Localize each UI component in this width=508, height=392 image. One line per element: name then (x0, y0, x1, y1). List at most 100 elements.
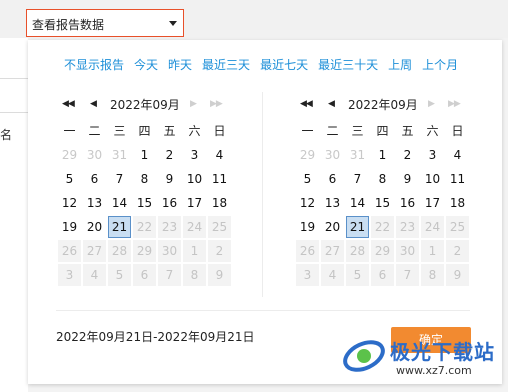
report-data-select-value: 查看报告数据 (32, 18, 105, 32)
day-grid: 29 30 31 1 2 3 4 5 6 7 8 9 10 11 12 13 14 15 16 17 18 19 20 21 2… (296, 144, 471, 286)
quick-range-link[interactable]: 不显示报告 (64, 56, 124, 73)
day-cell: 9 (208, 264, 231, 286)
day-cell[interactable]: 6 (83, 168, 106, 190)
weekday-label: 四 (376, 124, 389, 138)
day-cell[interactable]: 17 (183, 192, 206, 214)
day-cell[interactable]: 3 (421, 144, 444, 166)
day-cell[interactable]: 3 (183, 144, 206, 166)
day-cell[interactable]: 19 (58, 216, 81, 238)
day-cell: 1 (183, 240, 206, 262)
quick-range-link[interactable]: 上个月 (422, 56, 458, 73)
weekday-row: 一二三四五六日 (296, 120, 471, 142)
next-month-icon: ▶ (428, 99, 435, 109)
watermark-url: www.xz7.com (396, 364, 472, 377)
day-cell: 3 (296, 264, 319, 286)
calendar-header: ◀◀ ◀ 2022年09月 ▶ ▶▶ (58, 96, 233, 112)
day-cell[interactable]: 10 (421, 168, 444, 190)
day-cell[interactable]: 13 (83, 192, 106, 214)
day-cell: 1 (421, 240, 444, 262)
prev-month-icon[interactable]: ◀ (328, 98, 335, 110)
day-cell[interactable]: 11 (446, 168, 469, 190)
day-cell: 24 (421, 216, 444, 238)
day-cell[interactable]: 17 (421, 192, 444, 214)
day-cell[interactable]: 1 (371, 144, 394, 166)
weekday-label: 一 (63, 124, 76, 138)
quick-range-link[interactable]: 今天 (134, 56, 158, 73)
weekday-row: 一二三四五六日 (58, 120, 233, 142)
day-cell[interactable]: 9 (158, 168, 181, 190)
day-cell[interactable]: 1 (133, 144, 156, 166)
day-cell: 26 (58, 240, 81, 262)
report-table-fragment: 名 (0, 38, 28, 392)
prev-year-icon[interactable]: ◀◀ (300, 98, 313, 110)
quick-range-link[interactable]: 最近三天 (202, 56, 250, 73)
day-cell[interactable]: 12 (296, 192, 319, 214)
day-cell: 30 (158, 240, 181, 262)
day-cell[interactable]: 4 (446, 144, 469, 166)
weekday-label: 六 (188, 124, 201, 138)
day-cell: 29 (299, 148, 316, 162)
day-cell[interactable]: 20 (321, 216, 344, 238)
next-year-icon: ▶▶ (448, 99, 461, 109)
day-cell[interactable]: 8 (371, 168, 394, 190)
day-cell[interactable]: 7 (108, 168, 131, 190)
day-cell[interactable]: 6 (321, 168, 344, 190)
day-cell[interactable]: 15 (371, 192, 394, 214)
day-cell[interactable]: 7 (346, 168, 369, 190)
day-cell: 27 (83, 240, 106, 262)
footer-divider (56, 310, 470, 311)
day-cell[interactable]: 5 (296, 168, 319, 190)
report-data-select[interactable]: 查看报告数据 (26, 9, 184, 37)
day-cell: 31 (349, 148, 366, 162)
weekday-label: 日 (213, 124, 226, 138)
day-cell-selected[interactable]: 21 (346, 216, 369, 238)
day-cell: 29 (371, 240, 394, 262)
swirl-logo-icon (343, 340, 385, 372)
month-label: 2022年09月 (110, 98, 180, 112)
quick-range-link[interactable]: 昨天 (168, 56, 192, 73)
day-cell[interactable]: 14 (346, 192, 369, 214)
day-cell[interactable]: 9 (396, 168, 419, 190)
day-cell: 8 (183, 264, 206, 286)
prev-month-icon[interactable]: ◀ (90, 98, 97, 110)
day-cell[interactable]: 18 (208, 192, 231, 214)
day-cell: 3 (58, 264, 81, 286)
day-cell[interactable]: 15 (133, 192, 156, 214)
quick-range-link[interactable]: 最近三十天 (318, 56, 378, 73)
day-cell: 26 (296, 240, 319, 262)
day-cell[interactable]: 8 (133, 168, 156, 190)
chevron-down-icon[interactable] (169, 21, 177, 26)
day-cell-selected[interactable]: 21 (108, 216, 131, 238)
selected-range-text: 2022年09月21日-2022年09月21日 (56, 330, 255, 344)
day-cell[interactable]: 19 (296, 216, 319, 238)
day-cell[interactable]: 20 (83, 216, 106, 238)
day-cell: 6 (371, 264, 394, 286)
day-cell[interactable]: 14 (108, 192, 131, 214)
day-cell[interactable]: 4 (208, 144, 231, 166)
day-cell[interactable]: 12 (58, 192, 81, 214)
day-cell[interactable]: 13 (321, 192, 344, 214)
day-cell: 28 (108, 240, 131, 262)
day-cell[interactable]: 10 (183, 168, 206, 190)
day-cell[interactable]: 5 (58, 168, 81, 190)
day-cell[interactable]: 16 (158, 192, 181, 214)
quick-range-link[interactable]: 上周 (388, 56, 412, 73)
day-cell: 25 (446, 216, 469, 238)
day-cell[interactable]: 2 (396, 144, 419, 166)
calendar-divider (262, 92, 263, 297)
day-cell: 27 (321, 240, 344, 262)
day-cell[interactable]: 2 (158, 144, 181, 166)
calendar-left: ◀◀ ◀ 2022年09月 ▶ ▶▶ 一二三四五六日 29 30 31 1 2 3 4 5 6 7… (58, 96, 233, 286)
day-cell[interactable]: 11 (208, 168, 231, 190)
day-cell: 4 (83, 264, 106, 286)
table-divider (0, 78, 28, 79)
weekday-label: 三 (351, 124, 364, 138)
quick-range-link[interactable]: 最近七天 (260, 56, 308, 73)
day-cell: 31 (111, 148, 128, 162)
weekday-label: 二 (88, 124, 101, 138)
day-cell: 22 (133, 216, 156, 238)
day-cell[interactable]: 16 (396, 192, 419, 214)
day-cell: 30 (86, 148, 103, 162)
day-cell[interactable]: 18 (446, 192, 469, 214)
prev-year-icon[interactable]: ◀◀ (62, 98, 75, 110)
